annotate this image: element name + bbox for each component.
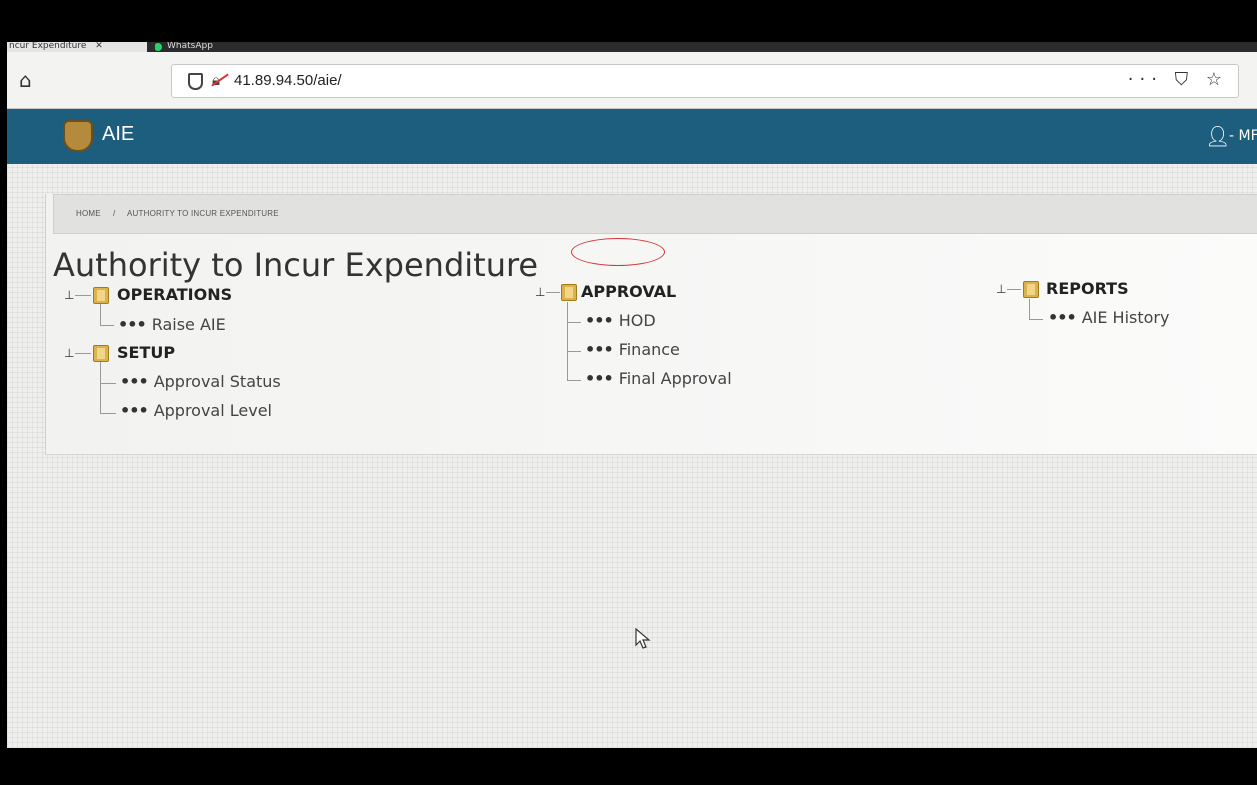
tree-connector [1029,299,1030,319]
tree-connector [567,322,581,323]
url-bar[interactable]: 🔒︎ 41.89.94.50/aie/ ··· ⛉ ☆ [171,64,1239,98]
tab-close-icon[interactable]: ✕ [95,42,103,51]
page-actions[interactable]: ··· ⛉ ☆ [1128,69,1228,90]
tree-node-setup[interactable]: SETUP [117,343,175,362]
url-text[interactable]: 41.89.94.50/aie/ [234,72,342,89]
leaf-dots-icon: ••• [585,340,614,359]
leaf-label: AIE History [1081,308,1170,327]
tree-connector [75,353,91,354]
folder-icon[interactable] [93,287,109,304]
tree-leaf-final-approval[interactable]: ••• Final Approval [585,369,732,388]
tree-connector [100,304,101,325]
insecure-lock-icon[interactable]: 🔒︎ [212,71,220,89]
tab-title: WhatsApp [167,42,213,51]
tab-whatsapp[interactable]: WhatsApp [155,42,397,52]
tree-leaf-raise-aie[interactable]: ••• Raise AIE [118,315,226,334]
tree-leaf-finance[interactable]: ••• Finance [585,340,680,359]
leaf-label: Approval Status [153,372,281,391]
leaf-dots-icon: ••• [118,315,147,334]
breadcrumb-home[interactable]: HOME [76,209,101,218]
breadcrumb-separator: / [113,209,116,218]
shield-icon[interactable] [188,73,203,90]
tree-node-reports[interactable]: REPORTS [1046,279,1129,298]
collapse-icon[interactable]: ⊥ [535,285,545,299]
leaf-label: HOD [618,311,656,330]
tree-connector [567,302,568,380]
leaf-dots-icon: ••• [585,311,614,330]
tree-node-approval[interactable]: APPROVAL [581,282,676,301]
browser-navbar: ⌂ 🔒︎ 41.89.94.50/aie/ ··· ⛉ ☆ [7,52,1257,109]
user-icon[interactable]: 👤︎ [1205,124,1230,148]
leaf-label: Approval Level [153,401,272,420]
leaf-dots-icon: ••• [120,372,149,391]
collapse-icon[interactable]: ⊥ [64,288,74,302]
collapse-icon[interactable]: ⊥ [64,346,74,360]
folder-icon[interactable] [561,284,577,301]
tree-connector [1029,319,1043,320]
folder-icon[interactable] [93,345,109,362]
tree-leaf-approval-level[interactable]: ••• Approval Level [120,401,272,420]
screen: ncur Expenditure ✕ WhatsApp ⌂ 🔒︎ 41.89.9… [7,42,1257,748]
folder-icon[interactable] [1023,281,1039,298]
collapse-icon[interactable]: ⊥ [996,282,1006,296]
home-icon[interactable]: ⌂ [19,68,32,92]
tab-title: ncur Expenditure [9,42,87,51]
app-header: AIE 👤︎ - MF [7,109,1257,164]
tree-connector [100,413,116,414]
tree-connector [1007,289,1021,290]
tab-aie[interactable]: ncur Expenditure ✕ [7,42,147,52]
tree-node-operations[interactable]: OPERATIONS [117,285,232,304]
tree-connector [75,295,91,296]
app-title[interactable]: AIE [102,123,134,146]
tree-leaf-approval-status[interactable]: ••• Approval Status [120,372,281,391]
tree-connector [567,380,581,381]
tree-connector [100,383,116,384]
tree-connector [546,292,560,293]
leaf-label: Raise AIE [151,315,226,334]
crest-logo-icon [63,120,93,152]
breadcrumb-current: AUTHORITY TO INCUR EXPENDITURE [127,209,279,218]
leaf-dots-icon: ••• [1048,308,1077,327]
tree-connector [100,325,114,326]
annotation-circle [571,238,665,266]
user-menu[interactable]: - MF [1229,128,1257,144]
whatsapp-icon [155,43,162,51]
leaf-label: Final Approval [618,369,732,388]
browser-tab-strip: ncur Expenditure ✕ WhatsApp [7,42,1257,52]
tree-connector [567,351,581,352]
breadcrumb: HOME / AUTHORITY TO INCUR EXPENDITURE [53,194,1257,234]
tree-leaf-hod[interactable]: ••• HOD [585,311,656,330]
page-title: Authority to Incur Expenditure [53,246,539,284]
leaf-dots-icon: ••• [120,401,149,420]
tree-connector [100,362,101,413]
tree-leaf-aie-history[interactable]: ••• AIE History [1048,308,1169,327]
leaf-dots-icon: ••• [585,369,614,388]
leaf-label: Finance [618,340,680,359]
